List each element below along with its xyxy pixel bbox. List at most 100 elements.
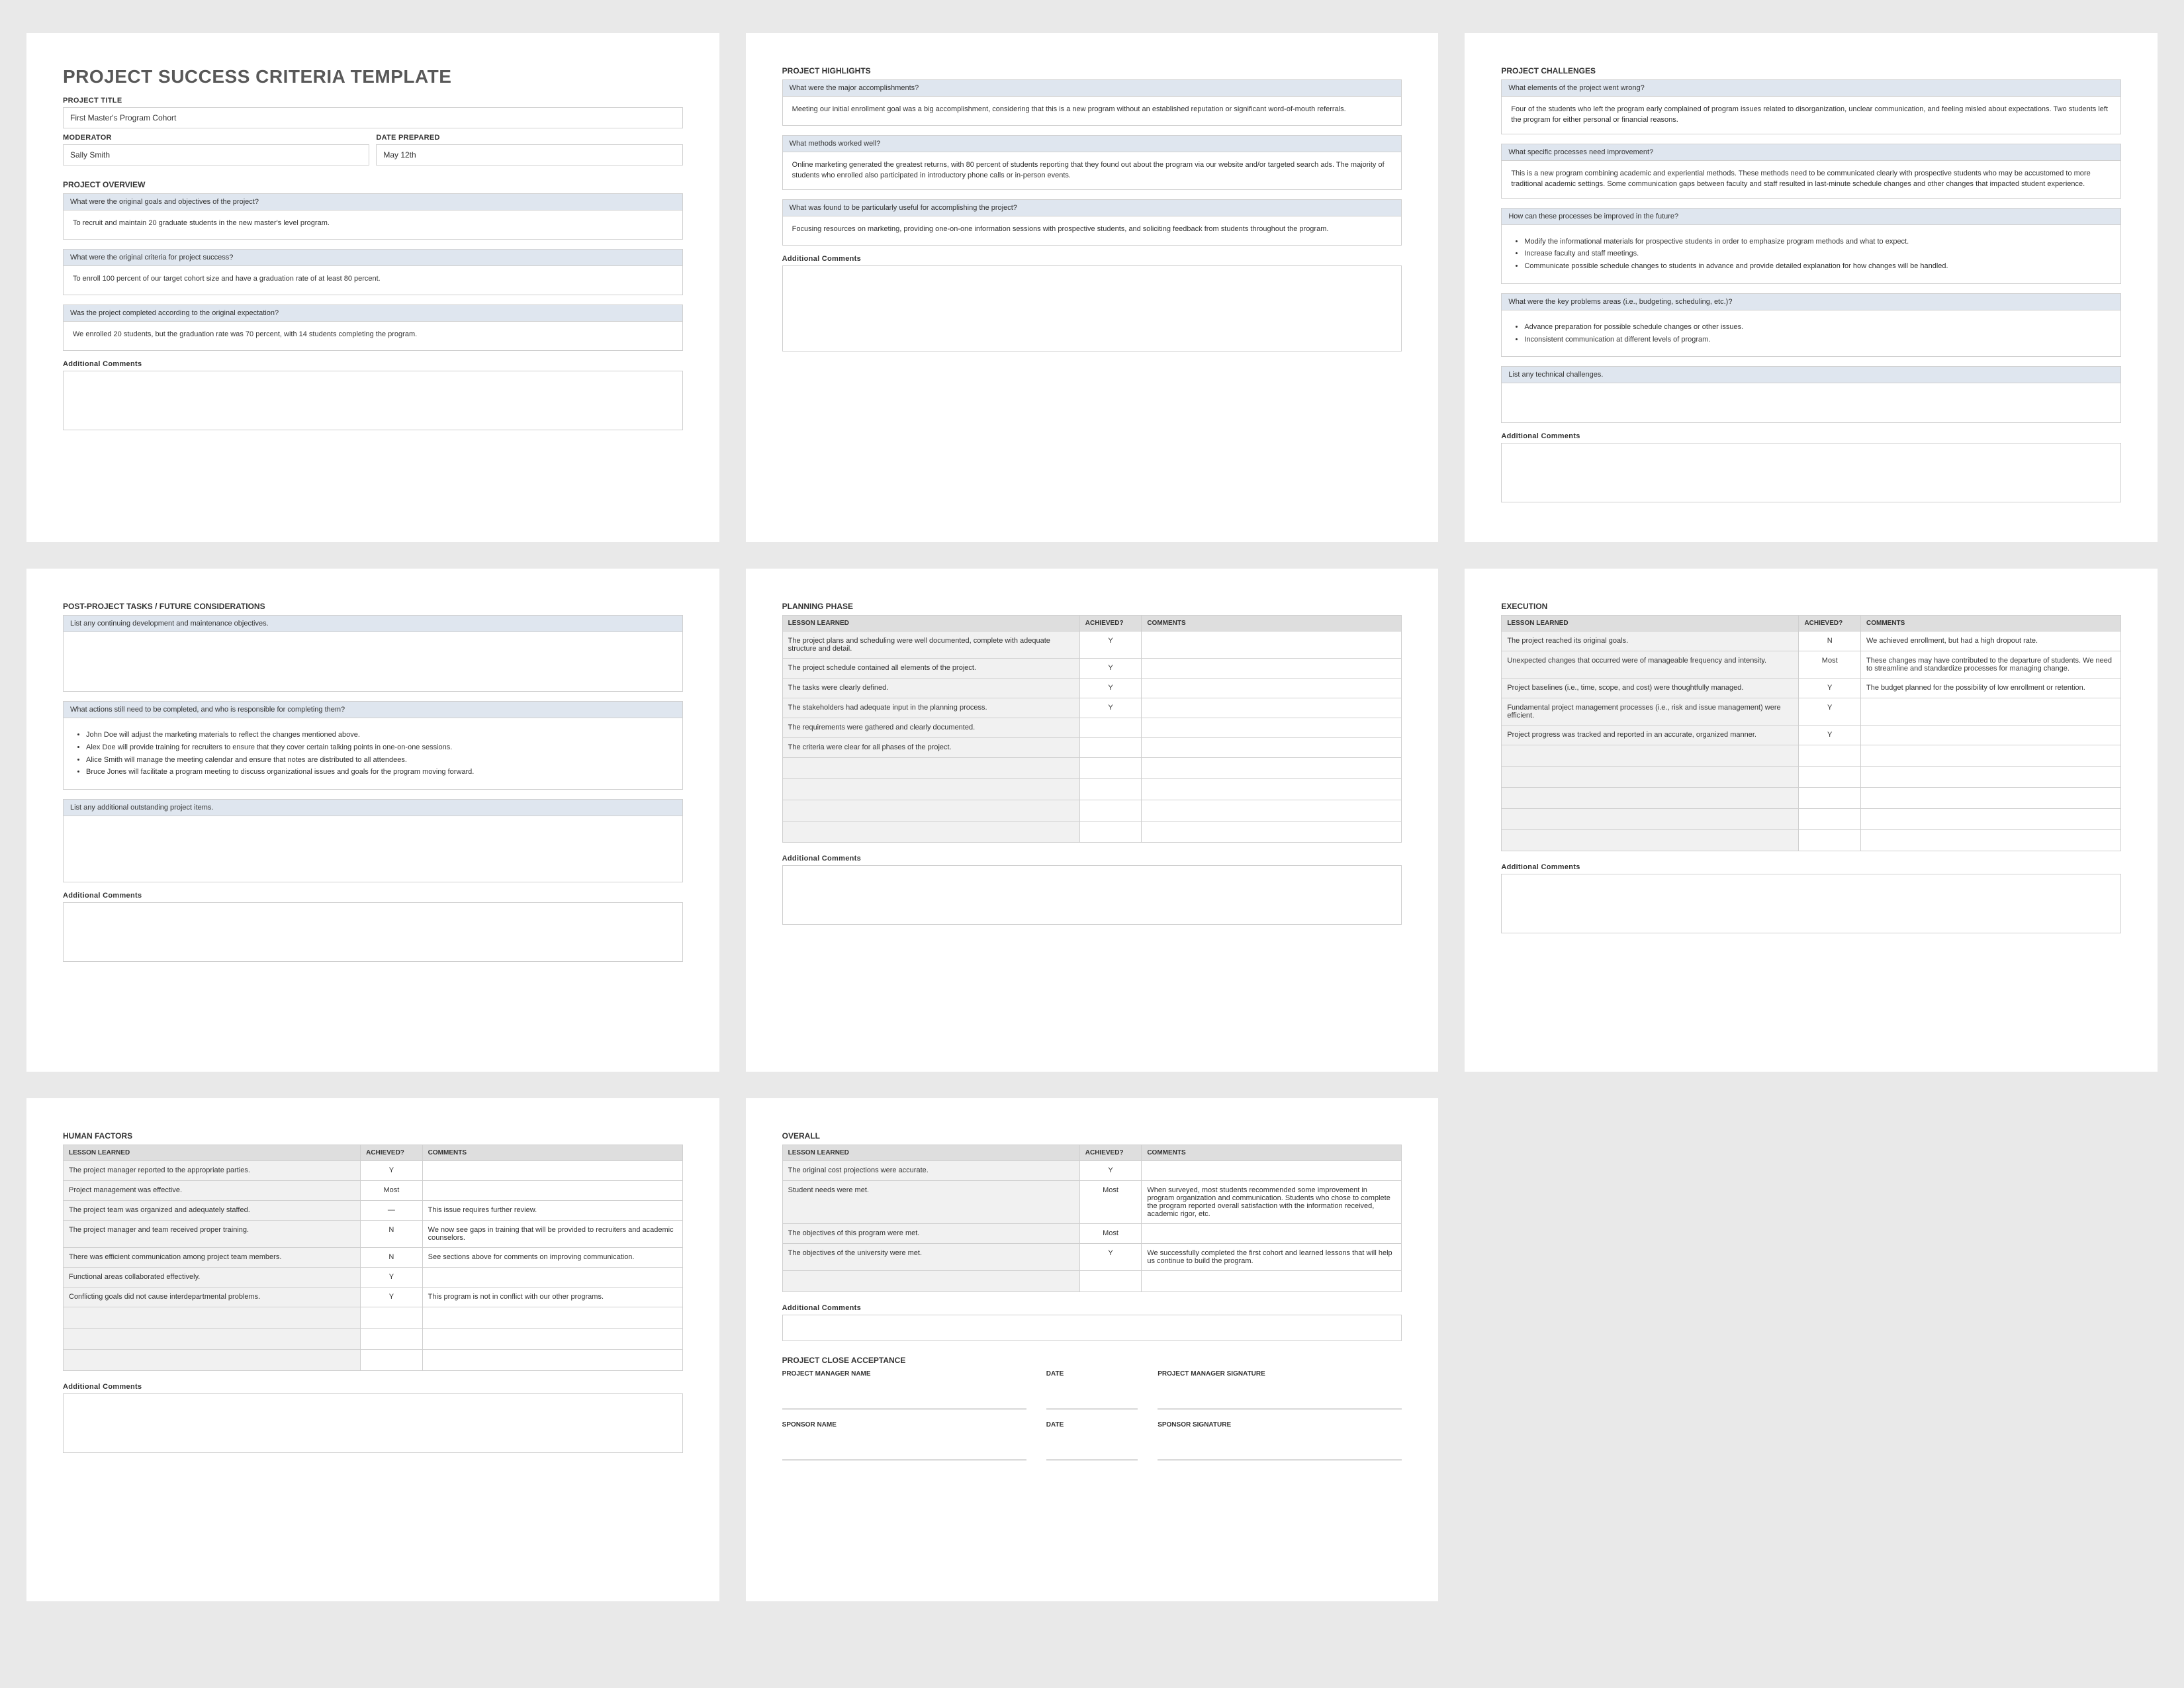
overview-a2[interactable]: To enroll 100 percent of our target coho… [63,266,683,295]
cell-lesson[interactable]: The stakeholders had adequate input in t… [782,698,1079,718]
cell-achieved[interactable]: Y [1799,726,1861,745]
postproject-additional-comments[interactable] [63,902,683,962]
cell-achieved[interactable]: Most [1079,1224,1142,1244]
highlights-a3[interactable]: Focusing resources on marketing, providi… [782,216,1402,246]
highlights-additional-comments[interactable] [782,265,1402,352]
cell-comments[interactable] [1142,1161,1402,1181]
cell-achieved[interactable]: Y [1799,679,1861,698]
cell-lesson[interactable] [782,758,1079,779]
cell-lesson[interactable] [64,1350,361,1371]
cell-comments[interactable] [422,1161,682,1181]
cell-achieved[interactable] [1079,758,1142,779]
field-pm-signature[interactable] [1158,1389,1402,1409]
cell-achieved[interactable]: Y [1079,632,1142,659]
cell-lesson[interactable] [782,821,1079,843]
cell-lesson[interactable]: Project progress was tracked and reporte… [1502,726,1799,745]
cell-achieved[interactable]: N [1799,632,1861,651]
challenges-a1[interactable]: Four of the students who left the progra… [1501,97,2121,134]
cell-achieved[interactable] [1079,779,1142,800]
field-date-1[interactable] [1046,1389,1138,1409]
cell-lesson[interactable] [1502,767,1799,788]
cell-achieved[interactable] [361,1329,423,1350]
cell-lesson[interactable] [1502,788,1799,809]
field-moderator[interactable]: Sally Smith [63,144,369,165]
cell-lesson[interactable]: The project plans and scheduling were we… [782,632,1079,659]
cell-comments[interactable] [1142,718,1402,738]
postproject-a3[interactable] [63,816,683,882]
overall-additional-comments[interactable] [782,1315,1402,1341]
cell-achieved[interactable]: — [361,1201,423,1221]
cell-comments[interactable] [422,1307,682,1329]
cell-comments[interactable] [1142,738,1402,758]
cell-achieved[interactable]: N [361,1221,423,1248]
field-project-title[interactable]: First Master's Program Cohort [63,107,683,128]
cell-achieved[interactable] [1799,767,1861,788]
cell-lesson[interactable] [782,1271,1079,1292]
cell-comments[interactable]: The budget planned for the possibility o… [1861,679,2121,698]
cell-achieved[interactable]: Most [1079,1181,1142,1224]
cell-lesson[interactable]: The tasks were clearly defined. [782,679,1079,698]
cell-lesson[interactable]: The requirements were gathered and clear… [782,718,1079,738]
cell-comments[interactable] [1142,698,1402,718]
planning-additional-comments[interactable] [782,865,1402,925]
cell-lesson[interactable] [1502,809,1799,830]
cell-comments[interactable] [1142,800,1402,821]
cell-comments[interactable] [1861,745,2121,767]
cell-comments[interactable]: We successfully completed the first coho… [1142,1244,1402,1271]
cell-achieved[interactable]: Y [1799,698,1861,726]
cell-lesson[interactable]: Project baselines (i.e., time, scope, an… [1502,679,1799,698]
field-pm-name[interactable] [782,1389,1026,1409]
cell-lesson[interactable]: The criteria were clear for all phases o… [782,738,1079,758]
cell-lesson[interactable]: The original cost projections were accur… [782,1161,1079,1181]
cell-comments[interactable] [1142,758,1402,779]
cell-achieved[interactable] [1079,738,1142,758]
cell-achieved[interactable]: Y [361,1161,423,1181]
cell-achieved[interactable] [1079,800,1142,821]
challenges-additional-comments[interactable] [1501,443,2121,502]
cell-achieved[interactable] [1799,830,1861,851]
cell-lesson[interactable]: Conflicting goals did not cause interdep… [64,1288,361,1307]
execution-additional-comments[interactable] [1501,874,2121,933]
cell-achieved[interactable] [1799,788,1861,809]
overview-a3[interactable]: We enrolled 20 students, but the graduat… [63,322,683,351]
cell-comments[interactable] [1142,679,1402,698]
cell-lesson[interactable]: The project reached its original goals. [1502,632,1799,651]
cell-achieved[interactable] [1079,821,1142,843]
overview-additional-comments[interactable] [63,371,683,430]
cell-achieved[interactable]: Y [361,1288,423,1307]
cell-lesson[interactable]: The project manager and team received pr… [64,1221,361,1248]
cell-comments[interactable] [1861,788,2121,809]
cell-comments[interactable] [1861,726,2121,745]
challenges-a4[interactable]: Advance preparation for possible schedul… [1501,310,2121,357]
cell-lesson[interactable]: The project team was organized and adequ… [64,1201,361,1221]
highlights-a1[interactable]: Meeting our initial enrollment goal was … [782,97,1402,126]
cell-comments[interactable] [422,1350,682,1371]
cell-lesson[interactable]: The objectives of this program were met. [782,1224,1079,1244]
cell-achieved[interactable]: Y [1079,1244,1142,1271]
cell-comments[interactable]: See sections above for comments on impro… [422,1248,682,1268]
cell-achieved[interactable]: N [361,1248,423,1268]
challenges-a2[interactable]: This is a new program combining academic… [1501,161,2121,199]
field-date-prepared[interactable]: May 12th [376,144,682,165]
cell-lesson[interactable]: Fundamental project management processes… [1502,698,1799,726]
cell-comments[interactable] [1142,1271,1402,1292]
cell-comments[interactable] [1861,698,2121,726]
cell-achieved[interactable]: Y [1079,698,1142,718]
cell-lesson[interactable] [782,779,1079,800]
postproject-a1[interactable] [63,632,683,692]
cell-comments[interactable] [1142,779,1402,800]
cell-comments[interactable] [1142,632,1402,659]
cell-lesson[interactable]: The project manager reported to the appr… [64,1161,361,1181]
cell-lesson[interactable]: Unexpected changes that occurred were of… [1502,651,1799,679]
cell-comments[interactable] [1861,830,2121,851]
cell-comments[interactable] [1861,809,2121,830]
cell-lesson[interactable] [1502,830,1799,851]
cell-lesson[interactable] [64,1307,361,1329]
field-sponsor-signature[interactable] [1158,1440,1402,1460]
cell-achieved[interactable] [1079,1271,1142,1292]
postproject-a2[interactable]: John Doe will adjust the marketing mater… [63,718,683,790]
human-additional-comments[interactable] [63,1393,683,1453]
cell-achieved[interactable]: Most [361,1181,423,1201]
cell-comments[interactable] [1142,659,1402,679]
cell-lesson[interactable]: The project schedule contained all eleme… [782,659,1079,679]
